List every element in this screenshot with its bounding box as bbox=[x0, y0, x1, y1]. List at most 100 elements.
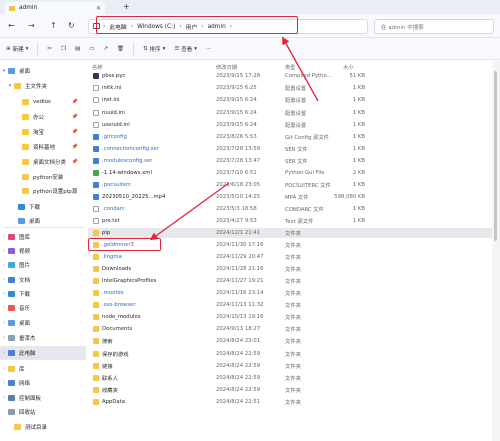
expand-arrow-icon[interactable]: › bbox=[0, 366, 8, 372]
file-size: 1 KB bbox=[352, 97, 365, 104]
command-bar: ⊕ 新建 ▾ ✂ ❐ ▤ ▭ ↗ 🗑 ⇅ 排序 ▾ ☰ 查看 ▾ ··· bbox=[0, 38, 500, 60]
copy-button[interactable]: ❐ bbox=[61, 46, 66, 52]
table-row[interactable]: Documents 2024/9/13 18:27 文件夹 bbox=[88, 324, 498, 335]
file-name: node_modules bbox=[102, 314, 141, 321]
column-type[interactable]: 类型 bbox=[285, 63, 296, 71]
table-row[interactable]: .condarc 2023/5/3 18:58 CONDARC 文件 1 KB bbox=[88, 204, 498, 215]
expand-arrow-icon[interactable]: › bbox=[0, 350, 8, 356]
expand-arrow-icon[interactable]: › bbox=[0, 277, 8, 283]
sidebar-item[interactable]: › 文档 bbox=[0, 273, 86, 287]
sidebar-item-label: 控制面板 bbox=[19, 396, 42, 402]
sort-button[interactable]: ⇅ 排序 ▾ bbox=[143, 45, 165, 53]
sidebar-item[interactable]: 桌面文档分类 📌 bbox=[0, 155, 86, 169]
column-date[interactable]: 修改日期 bbox=[216, 63, 237, 71]
sidebar-item[interactable]: 淘宝 📌 bbox=[0, 125, 86, 139]
rename-button[interactable]: ▭ bbox=[89, 46, 94, 52]
table-row[interactable]: AppData 2024/8/24 22:51 文件夹 bbox=[88, 396, 498, 407]
sidebar-item[interactable]: › 图库 bbox=[0, 230, 86, 244]
sidebar-item[interactable]: › 控制面板 bbox=[0, 391, 86, 405]
sidebar-item[interactable]: 桌面 bbox=[0, 214, 86, 228]
search-input[interactable]: 在 admin 中搜索 bbox=[374, 19, 494, 34]
forward-arrow-icon[interactable]: → bbox=[28, 21, 35, 30]
expand-arrow-icon[interactable]: ▾ bbox=[6, 83, 14, 89]
sidebar-item[interactable]: › 音乐 bbox=[0, 301, 86, 315]
expand-arrow-icon[interactable]: › bbox=[0, 291, 8, 297]
table-row[interactable]: 20230510_20225...mp4 2023/5/10 14:25 MP4 文… bbox=[88, 192, 498, 203]
sidebar-item[interactable]: 测试目录 bbox=[0, 420, 86, 434]
table-row[interactable]: .connectionconfig.ser 2023/7/28 13:59 SER … bbox=[88, 143, 498, 154]
table-row[interactable]: .oss-browser 2024/11/13 11:32 文件夹 bbox=[88, 300, 498, 311]
scrollbar-thumb[interactable] bbox=[494, 71, 497, 241]
table-row[interactable]: 链接 2024/8/24 22:59 文件夹 bbox=[88, 360, 498, 371]
file-name: Downloads bbox=[102, 266, 132, 273]
expand-arrow-icon[interactable]: › bbox=[0, 380, 8, 386]
sidebar-item[interactable]: › 网络 bbox=[0, 376, 86, 390]
sidebar-item[interactable]: › 图片 bbox=[0, 258, 86, 272]
more-options-button[interactable]: ··· bbox=[206, 46, 211, 52]
paste-button[interactable]: ▤ bbox=[75, 46, 80, 52]
vertical-scrollbar[interactable] bbox=[492, 61, 500, 441]
column-size[interactable]: 大小 bbox=[343, 63, 354, 71]
file-name: .pocsuiterc bbox=[102, 181, 132, 188]
table-row[interactable]: inst.ini 2023/9/15 6:24 配置设置 1 KB bbox=[88, 95, 498, 106]
cut-button[interactable]: ✂ bbox=[47, 46, 52, 52]
sidebar-item[interactable]: python设置pip源 bbox=[0, 184, 86, 198]
table-row[interactable]: nuuid.ini 2023/9/15 6:24 配置设置 1 KB bbox=[88, 107, 498, 118]
table-row[interactable]: 收藏夹 2024/8/24 22:59 文件夹 bbox=[88, 384, 498, 395]
sidebar-item[interactable]: 办公 📌 bbox=[0, 110, 86, 124]
table-row[interactable]: pbss.pyc 2023/9/15 17:28 Compiled Pytho...… bbox=[88, 71, 498, 82]
table-row[interactable]: 联系人 2024/8/24 22:59 文件夹 bbox=[88, 372, 498, 383]
expand-arrow-icon[interactable]: › bbox=[0, 262, 8, 268]
file-name: .condarc bbox=[102, 205, 125, 212]
sidebar-item[interactable]: ▾ 主文件夹 bbox=[0, 79, 86, 93]
sidebar-item[interactable]: ▾ 桌面 bbox=[0, 64, 86, 78]
expand-arrow-icon[interactable]: › bbox=[0, 305, 8, 311]
table-row[interactable]: .gitconfig 2023/8/26 5:53 Git Config 源文件 1 … bbox=[88, 131, 498, 142]
sidebar-item[interactable]: › 垂漆杰 bbox=[0, 331, 86, 345]
sidebar-item[interactable]: › 视频 bbox=[0, 244, 86, 258]
view-button[interactable]: ☰ 查看 ▾ bbox=[174, 45, 197, 53]
table-row[interactable]: initk.ini 2023/9/15 6:25 配置设置 1 KB bbox=[88, 83, 498, 94]
new-tab-button[interactable]: + bbox=[123, 2, 130, 11]
expand-arrow-icon[interactable]: › bbox=[0, 234, 8, 240]
table-row[interactable]: Downloads 2024/11/28 21:16 文件夹 bbox=[88, 264, 498, 275]
close-tab-icon[interactable]: ✕ bbox=[96, 5, 101, 12]
expand-arrow-icon[interactable]: › bbox=[0, 335, 8, 341]
file-size: 1 KB bbox=[352, 109, 365, 116]
expand-arrow-icon[interactable]: ▾ bbox=[0, 68, 8, 74]
table-row[interactable]: pip 2024/12/1 21:41 文件夹 bbox=[88, 227, 498, 239]
sidebar-item[interactable]: 下载 bbox=[0, 200, 86, 214]
sidebar-item[interactable]: 回收站 bbox=[0, 405, 86, 419]
file-type: 文件夹 bbox=[285, 351, 301, 358]
table-row[interactable]: pro.txt 2023/4/27 9:53 Text 源文件 1 KB bbox=[88, 216, 498, 227]
table-row[interactable]: .modulesconfig.ser 2023/7/28 13:47 SER 文件 1… bbox=[88, 155, 498, 166]
table-row[interactable]: 保存的游戏 2024/8/24 22:59 文件夹 bbox=[88, 348, 498, 359]
table-row[interactable]: IntelGraphicsProfiles 2024/11/27 19:21 文件夹 bbox=[88, 276, 498, 287]
expand-arrow-icon[interactable]: › bbox=[0, 320, 8, 326]
sidebar-item[interactable]: › 库 bbox=[0, 362, 86, 376]
table-row[interactable]: .lingma 2024/11/29 20:47 文件夹 bbox=[88, 252, 498, 263]
expand-arrow-icon[interactable]: › bbox=[0, 248, 8, 254]
table-row[interactable]: .mootdx 2024/11/16 23:14 文件夹 bbox=[88, 288, 498, 299]
delete-button[interactable]: 🗑 bbox=[117, 46, 124, 52]
tab-admin[interactable]: admin ✕ bbox=[5, 2, 105, 14]
back-arrow-icon[interactable]: ← bbox=[8, 21, 15, 30]
refresh-icon[interactable]: ↻ bbox=[68, 21, 75, 30]
expand-arrow-icon[interactable]: › bbox=[0, 395, 8, 401]
file-size: 1 KB bbox=[352, 217, 365, 224]
table-row[interactable]: node_modules 2024/10/13 19:16 文件夹 bbox=[88, 312, 498, 323]
sidebar-item[interactable]: 资料基地 📌 bbox=[0, 140, 86, 154]
sidebar-item[interactable]: › 桌面 bbox=[0, 316, 86, 330]
table-row[interactable]: .pocsuiterc 2023/6/18 23:05 POCSUITERC 文件 1… bbox=[88, 179, 498, 190]
share-button[interactable]: ↗ bbox=[103, 46, 108, 52]
table-row[interactable]: 搜索 2024/8/24 23:01 文件夹 bbox=[88, 336, 498, 347]
table-row[interactable]: useruid.ini 2023/9/15 6:24 配置设置 1 KB bbox=[88, 119, 498, 130]
sidebar-item[interactable]: python安装 bbox=[0, 170, 86, 184]
new-button[interactable]: ⊕ 新建 ▾ bbox=[6, 45, 28, 53]
chevron-down-icon: ▾ bbox=[25, 45, 29, 52]
table-row[interactable]: -1.14-windows.xml 2023/7/10 6:51 Python Gu… bbox=[88, 167, 498, 178]
sidebar-item[interactable]: › 下载 bbox=[0, 287, 86, 301]
up-arrow-icon[interactable]: ↑ bbox=[50, 21, 57, 30]
sidebar-item[interactable]: vedios 📌 bbox=[0, 95, 86, 109]
column-name[interactable]: 名称 bbox=[92, 63, 103, 71]
